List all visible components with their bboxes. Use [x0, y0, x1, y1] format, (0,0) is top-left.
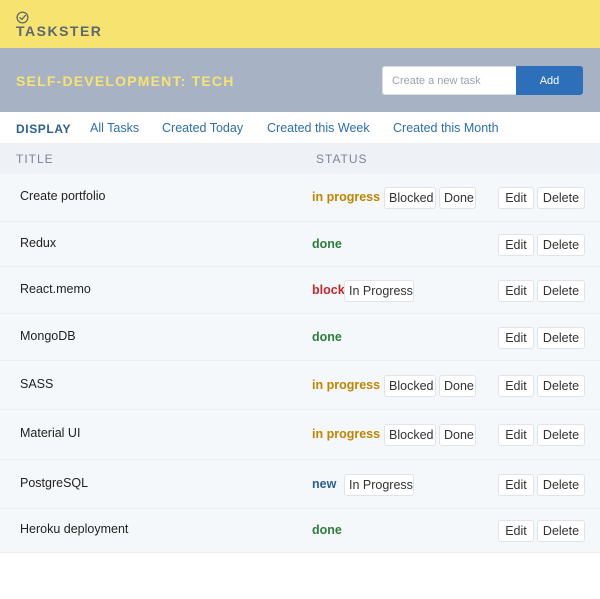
status-label: done	[312, 330, 342, 344]
set-status-in-progress-button[interactable]: In Progress	[344, 474, 414, 496]
add-task-button[interactable]: Add	[516, 66, 583, 95]
status-label: in progress	[312, 378, 381, 392]
table-row: Heroku deployment done Edit Delete	[0, 509, 600, 553]
table-row: Create portfolio in progress Blocked Done Ed…	[0, 174, 600, 222]
column-status-header: STATUS	[316, 152, 368, 166]
task-title: Redux	[20, 236, 57, 250]
filter-all-tasks[interactable]: All Tasks	[90, 121, 139, 135]
set-status-done-button[interactable]: Done	[439, 375, 476, 397]
task-title: PostgreSQL	[20, 476, 89, 490]
edit-button[interactable]: Edit	[498, 375, 534, 397]
table-row: Redux done Edit Delete	[0, 222, 600, 267]
filter-bar: DISPLAY All Tasks Created Today Created …	[0, 112, 600, 143]
edit-button[interactable]: Edit	[498, 474, 534, 496]
delete-button[interactable]: Delete	[537, 280, 585, 302]
status-label: new	[312, 477, 337, 491]
task-title: Heroku deployment	[20, 522, 129, 536]
set-status-in-progress-button[interactable]: In Progress	[344, 280, 414, 302]
status-label: done	[312, 523, 342, 537]
task-title: SASS	[20, 377, 54, 391]
edit-button[interactable]: Edit	[498, 280, 534, 302]
delete-button[interactable]: Delete	[537, 520, 585, 542]
app-logo: TASKSTER	[16, 23, 103, 39]
delete-button[interactable]: Delete	[537, 234, 585, 256]
project-title: SELF-DEVELOPMENT: TECH	[16, 73, 235, 89]
filter-created-today[interactable]: Created Today	[162, 121, 243, 135]
set-status-done-button[interactable]: Done	[439, 424, 476, 446]
delete-button[interactable]: Delete	[537, 187, 585, 209]
task-title: MongoDB	[20, 329, 76, 343]
new-task-input[interactable]	[382, 66, 516, 95]
filter-created-this-week[interactable]: Created this Week	[267, 121, 370, 135]
set-status-blocked-button[interactable]: Blocked	[384, 187, 436, 209]
table-row: MongoDB done Edit Delete	[0, 314, 600, 361]
table-row: PostgreSQL new In Progress Edit Delete	[0, 460, 600, 509]
edit-button[interactable]: Edit	[498, 187, 534, 209]
filter-label: DISPLAY	[16, 122, 72, 136]
task-title: Material UI	[20, 426, 81, 440]
table-row: SASS in progress Blocked Done Edit Delete	[0, 361, 600, 410]
table-row: Material UI in progress Blocked Done Edit Del…	[0, 410, 600, 460]
delete-button[interactable]: Delete	[537, 424, 585, 446]
edit-button[interactable]: Edit	[498, 327, 534, 349]
delete-button[interactable]: Delete	[537, 375, 585, 397]
filter-created-this-month[interactable]: Created this Month	[393, 121, 499, 135]
set-status-blocked-button[interactable]: Blocked	[384, 375, 436, 397]
delete-button[interactable]: Delete	[537, 327, 585, 349]
edit-button[interactable]: Edit	[498, 424, 534, 446]
task-title: Create portfolio	[20, 189, 106, 203]
set-status-done-button[interactable]: Done	[439, 187, 476, 209]
status-label: done	[312, 237, 342, 251]
app-header: TASKSTER	[0, 0, 600, 48]
table-header: TITLE STATUS	[0, 143, 600, 174]
edit-button[interactable]: Edit	[498, 520, 534, 542]
task-title: React.memo	[20, 282, 91, 296]
table-row: React.memo blocked In Progress Edit Delete	[0, 267, 600, 314]
edit-button[interactable]: Edit	[498, 234, 534, 256]
column-title-header: TITLE	[16, 152, 54, 166]
status-label: in progress	[312, 427, 381, 441]
delete-button[interactable]: Delete	[537, 474, 585, 496]
project-bar: SELF-DEVELOPMENT: TECH Add	[0, 48, 600, 112]
set-status-blocked-button[interactable]: Blocked	[384, 424, 436, 446]
status-label: in progress	[312, 190, 381, 204]
